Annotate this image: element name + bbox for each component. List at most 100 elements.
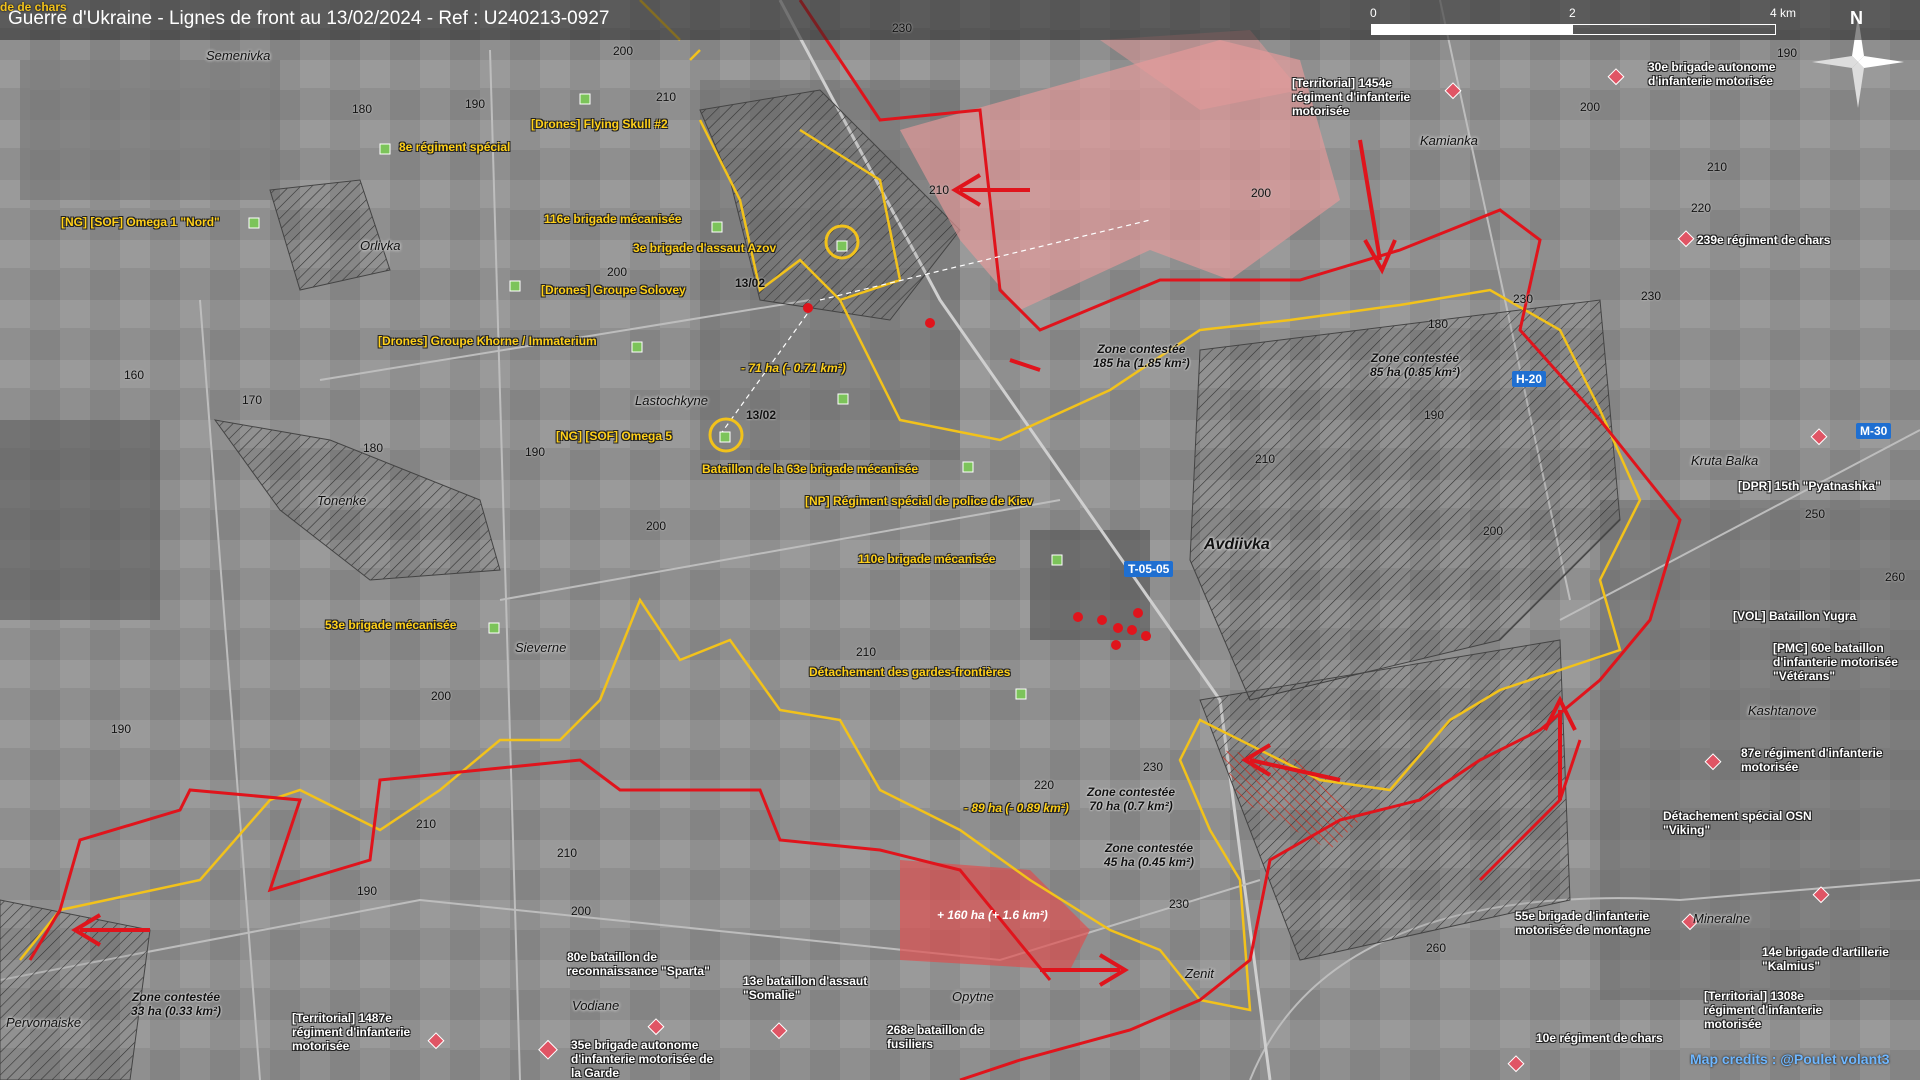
town-label: Zenit bbox=[1185, 966, 1214, 981]
page-title: Guerre d'Ukraine - Lignes de front au 13… bbox=[8, 8, 610, 29]
ru-unit-label: 30e brigade autonome d'infanterie motori… bbox=[1648, 60, 1776, 88]
contested-zone-label: Zone contestée 70 ha (0.7 km²) bbox=[1087, 785, 1176, 813]
town-label: Kashtanove bbox=[1748, 703, 1817, 718]
elevation-label: 210 bbox=[1707, 160, 1728, 174]
elevation-label: 230 bbox=[1143, 760, 1164, 774]
ru-unit-label: 13e bataillon d'assaut "Somalie" bbox=[743, 974, 868, 1002]
ru-unit-label: 87e régiment d'infanterie motorisée bbox=[1741, 746, 1883, 774]
map-canvas: Guerre d'Ukraine - Lignes de front au 13… bbox=[0, 0, 1920, 1080]
town-label: Tonenke bbox=[317, 493, 367, 508]
ru-unit-label: [Territorial] 1487e régiment d'infanteri… bbox=[292, 1011, 411, 1053]
scale-label: 2 bbox=[1569, 6, 1576, 20]
field-block bbox=[20, 60, 280, 200]
town-label: Semenivka bbox=[206, 48, 271, 63]
elevation-label: 230 bbox=[892, 21, 913, 35]
elevation-label: 200 bbox=[1251, 186, 1272, 200]
elevation-label: 220 bbox=[1691, 201, 1712, 215]
ru-unit-label: Détachement spécial OSN "Viking" bbox=[1663, 809, 1812, 837]
elevation-label: 160 bbox=[124, 368, 145, 382]
elevation-label: 210 bbox=[856, 645, 877, 659]
elevation-label: 200 bbox=[607, 265, 628, 279]
ru-unit-label: [PMC] 60e bataillon d'infanterie motoris… bbox=[1773, 641, 1898, 683]
avdiivka-urban bbox=[1030, 530, 1150, 640]
scale-segment bbox=[1572, 24, 1776, 35]
corner-unit-label: de de chars bbox=[0, 0, 67, 14]
elevation-label: 260 bbox=[1885, 570, 1906, 584]
dark-field bbox=[0, 420, 160, 620]
elevation-label: 180 bbox=[363, 441, 384, 455]
ua-unit-label: 110e brigade mécanisée bbox=[858, 552, 996, 566]
elevation-label: 190 bbox=[111, 722, 132, 736]
town-label: Pervomaiske bbox=[6, 1015, 82, 1030]
elevation-label: 250 bbox=[1805, 507, 1826, 521]
elevation-label: 220 bbox=[1034, 778, 1055, 792]
area-change-label: - 71 ha (- 0.71 km²) bbox=[741, 361, 846, 375]
elevation-label: 200 bbox=[1483, 524, 1504, 538]
elevation-label: 180 bbox=[1428, 317, 1449, 331]
scale-segment bbox=[1371, 24, 1573, 35]
ua-unit-label: [Drones] Flying Skull #2 bbox=[531, 117, 668, 131]
elevation-label: 200 bbox=[646, 519, 667, 533]
elevation-label: 190 bbox=[1424, 408, 1445, 422]
road-badge: H-20 bbox=[1512, 371, 1547, 387]
date-label: 13/02 bbox=[746, 408, 777, 422]
town-label: Kamianka bbox=[1420, 133, 1478, 148]
contested-zone-label: Zone contestée 185 ha (1.85 km²) bbox=[1093, 342, 1190, 370]
north-label: N bbox=[1850, 8, 1863, 28]
ua-unit-label: [Drones] Groupe Khorne / Immaterium bbox=[378, 334, 597, 348]
contested-zone-label: Zone contestée 33 ha (0.33 km²) bbox=[131, 990, 222, 1018]
scale-bar bbox=[1371, 24, 1776, 35]
elevation-label: 210 bbox=[557, 846, 578, 860]
elevation-label: 190 bbox=[1777, 46, 1798, 60]
elevation-label: 190 bbox=[525, 445, 546, 459]
scale-label: 0 bbox=[1370, 6, 1377, 20]
ru-unit-label: [Territorial] 1308e régiment d'infanteri… bbox=[1704, 989, 1823, 1031]
elevation-label: 230 bbox=[1641, 289, 1662, 303]
ua-unit-label: [NP] Régiment spécial de police de Kiev bbox=[805, 494, 1034, 508]
elevation-label: 200 bbox=[571, 904, 592, 918]
ua-unit-label: 116e brigade mécanisée bbox=[544, 212, 682, 226]
ru-unit-label: [DPR] 15th "Pyatnashka" bbox=[1738, 479, 1881, 493]
area-change-label: + 160 ha (+ 1.6 km²) bbox=[937, 908, 1048, 922]
ua-unit-label: 3e brigade d'assaut Azov bbox=[633, 241, 777, 255]
ru-unit-label: 55e brigade d'infanterie motorisée de mo… bbox=[1515, 909, 1651, 937]
elevation-label: 230 bbox=[1513, 292, 1534, 306]
ua-unit-label: 8e régiment spécial bbox=[399, 140, 511, 154]
town-label: Sieverne bbox=[515, 640, 567, 655]
ua-unit-label: [Drones] Groupe Solovey bbox=[541, 283, 686, 297]
road-badge: M-30 bbox=[1856, 423, 1892, 439]
ua-unit-label: [NG] [SOF] Omega 1 "Nord" bbox=[61, 215, 220, 229]
ru-unit-label: 268e bataillon de fusiliers bbox=[887, 1023, 984, 1051]
elevation-label: 210 bbox=[929, 183, 950, 197]
elevation-label: 210 bbox=[416, 817, 437, 831]
ru-unit-label: 80e bataillon de reconnaissance "Sparta" bbox=[567, 950, 710, 978]
town-label: Vodiane bbox=[572, 998, 620, 1013]
elevation-label: 190 bbox=[465, 97, 486, 111]
scale-label: 4 km bbox=[1770, 6, 1797, 20]
ua-unit-label: [NG] [SOF] Omega 5 bbox=[556, 429, 673, 443]
ru-unit-label: 10e régiment de chars bbox=[1536, 1031, 1663, 1045]
town-label: Kruta Balka bbox=[1691, 453, 1759, 468]
ua-unit-label: Détachement des gardes-frontières bbox=[809, 665, 1011, 679]
ru-unit-label: [Territorial] 1454e régiment d'infanteri… bbox=[1292, 76, 1411, 118]
elevation-label: 200 bbox=[1580, 100, 1601, 114]
town-label: Avdiivka bbox=[1204, 536, 1270, 553]
map-credits-link[interactable]: Map credits : @Poulet volant3 bbox=[1690, 1051, 1890, 1067]
ru-unit-label: 239e régiment de chars bbox=[1697, 233, 1831, 247]
elevation-label: 190 bbox=[357, 884, 378, 898]
ua-unit-label: Bataillon de la 63e brigade mécanisée bbox=[702, 462, 919, 476]
elevation-label: 180 bbox=[352, 102, 373, 116]
ru-unit-label: [VOL] Bataillon Yugra bbox=[1733, 609, 1857, 623]
road-badge: T-05-05 bbox=[1124, 561, 1174, 577]
elevation-label: 260 bbox=[1426, 941, 1447, 955]
elevation-label: 210 bbox=[656, 90, 677, 104]
contested-zone-label: Zone contestée 85 ha (0.85 km²) bbox=[1370, 351, 1461, 379]
elevation-label: 200 bbox=[613, 44, 634, 58]
elevation-label: 200 bbox=[431, 689, 452, 703]
area-change-label: - 89 ha (- 0.89 km²) bbox=[964, 801, 1069, 815]
town-label: Opytne bbox=[952, 989, 994, 1004]
elevation-label: 230 bbox=[1169, 897, 1190, 911]
date-label: 13/02 bbox=[735, 276, 766, 290]
elevation-label: 170 bbox=[242, 393, 263, 407]
town-label: Orlivka bbox=[360, 238, 401, 253]
